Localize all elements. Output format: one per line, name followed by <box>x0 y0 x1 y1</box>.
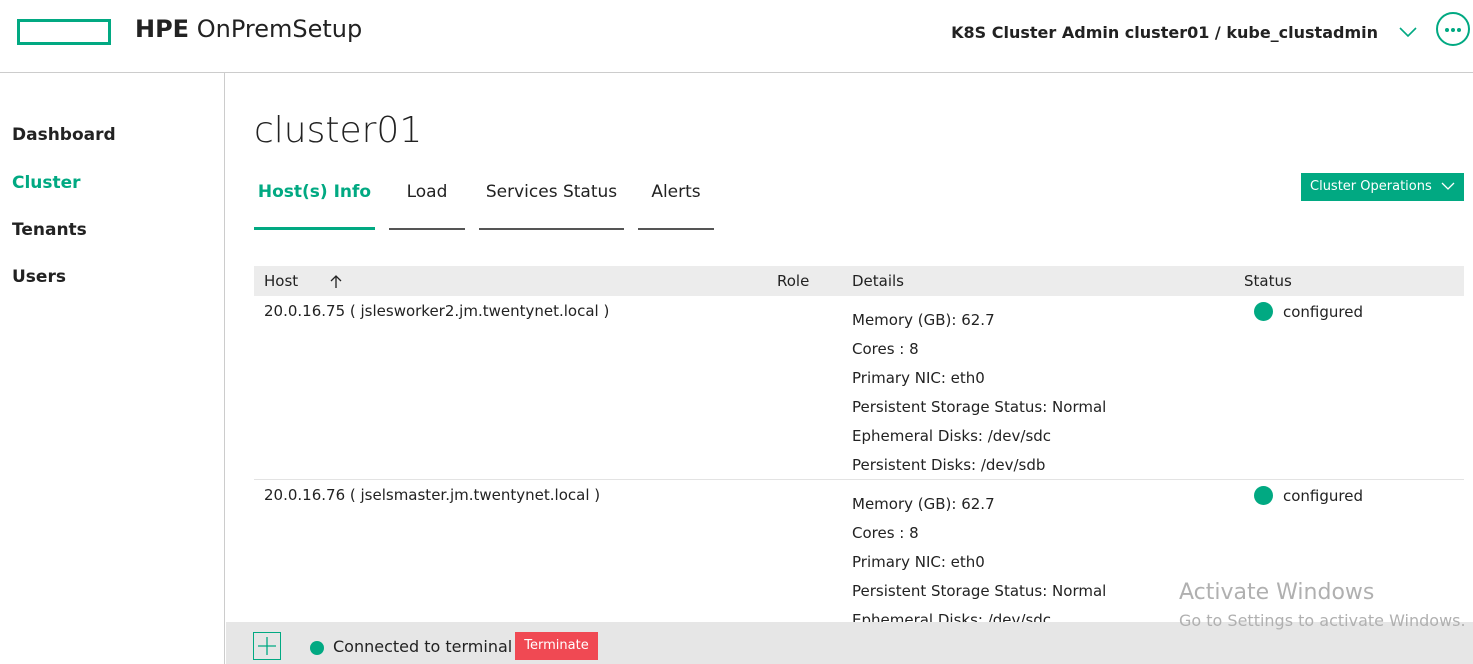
detail-ephemeral-disks: Ephemeral Disks: /dev/sdc <box>852 427 1052 445</box>
status-cell: configured <box>1254 486 1363 505</box>
tab-alerts[interactable]: Alerts <box>638 180 714 230</box>
host-cell: 20.0.16.75 ( jslesworker2.jm.twentynet.l… <box>264 302 610 320</box>
plus-icon <box>258 637 276 655</box>
terminate-button[interactable]: Terminate <box>515 632 598 660</box>
status-ok-icon <box>1254 302 1273 321</box>
watermark-title: Activate Windows <box>1179 580 1375 605</box>
top-header: HPE OnPremSetup K8S Cluster Admin cluste… <box>0 0 1473 73</box>
sidebar-item-dashboard[interactable]: Dashboard <box>12 125 116 145</box>
sidebar: Dashboard Cluster Tenants Users <box>0 73 225 664</box>
status-ok-icon <box>1254 486 1273 505</box>
table-header: Host Role Details Status <box>254 266 1464 296</box>
column-header-status[interactable]: Status <box>1244 272 1292 290</box>
watermark-subtitle: Go to Settings to activate Windows. <box>1179 611 1466 630</box>
column-header-details[interactable]: Details <box>852 272 904 290</box>
detail-primary-nic: Primary NIC: eth0 <box>852 553 985 571</box>
chevron-down-icon <box>1441 182 1455 190</box>
brand-bold: HPE <box>135 15 190 43</box>
tab-load[interactable]: Load <box>389 180 465 230</box>
user-context-label[interactable]: K8S Cluster Admin cluster01 / kube_clust… <box>951 23 1378 42</box>
table-row[interactable]: 20.0.16.75 ( jslesworker2.jm.twentynet.l… <box>254 296 1464 480</box>
tab-hosts-info[interactable]: Host(s) Info <box>254 180 375 230</box>
tab-services-status[interactable]: Services Status <box>479 180 624 230</box>
cluster-operations-label: Cluster Operations <box>1310 179 1432 194</box>
details-cell: Memory (GB): 62.7 Cores : 8 Primary NIC:… <box>852 490 1106 635</box>
detail-cores: Cores : 8 <box>852 524 919 542</box>
brand-name: OnPremSetup <box>196 15 363 43</box>
detail-memory: Memory (GB): 62.7 <box>852 311 995 329</box>
connection-status-icon <box>310 641 324 655</box>
page-title: cluster01 <box>254 110 423 151</box>
sidebar-item-cluster[interactable]: Cluster <box>12 173 81 193</box>
connection-status-text: Connected to terminal <box>333 637 513 656</box>
add-terminal-button[interactable] <box>253 632 281 660</box>
detail-storage-status: Persistent Storage Status: Normal <box>852 398 1107 416</box>
sort-ascending-icon[interactable] <box>330 275 342 288</box>
detail-memory: Memory (GB): 62.7 <box>852 495 995 513</box>
more-dot-icon <box>1457 28 1461 32</box>
detail-primary-nic: Primary NIC: eth0 <box>852 369 985 387</box>
cluster-operations-button[interactable]: Cluster Operations <box>1301 173 1464 201</box>
column-header-role[interactable]: Role <box>777 272 809 290</box>
status-text: configured <box>1283 303 1363 321</box>
status-text: configured <box>1283 487 1363 505</box>
sidebar-item-tenants[interactable]: Tenants <box>12 220 87 240</box>
app-brand: HPE OnPremSetup <box>135 15 362 43</box>
chevron-down-icon[interactable] <box>1398 22 1418 42</box>
status-cell: configured <box>1254 302 1363 321</box>
more-dot-icon <box>1445 28 1449 32</box>
activation-watermark: Activate Windows Go to Settings to activ… <box>1179 580 1466 630</box>
hpe-logo[interactable] <box>17 19 111 45</box>
sidebar-item-users[interactable]: Users <box>12 267 66 287</box>
more-dot-icon <box>1451 28 1455 32</box>
host-cell: 20.0.16.76 ( jselsmaster.jm.twentynet.lo… <box>264 486 601 504</box>
detail-cores: Cores : 8 <box>852 340 919 358</box>
detail-persistent-disks: Persistent Disks: /dev/sdb <box>852 456 1046 474</box>
details-cell: Memory (GB): 62.7 Cores : 8 Primary NIC:… <box>852 306 1106 480</box>
column-header-host[interactable]: Host <box>264 272 298 290</box>
more-menu-button[interactable] <box>1436 12 1470 46</box>
detail-storage-status: Persistent Storage Status: Normal <box>852 582 1107 600</box>
